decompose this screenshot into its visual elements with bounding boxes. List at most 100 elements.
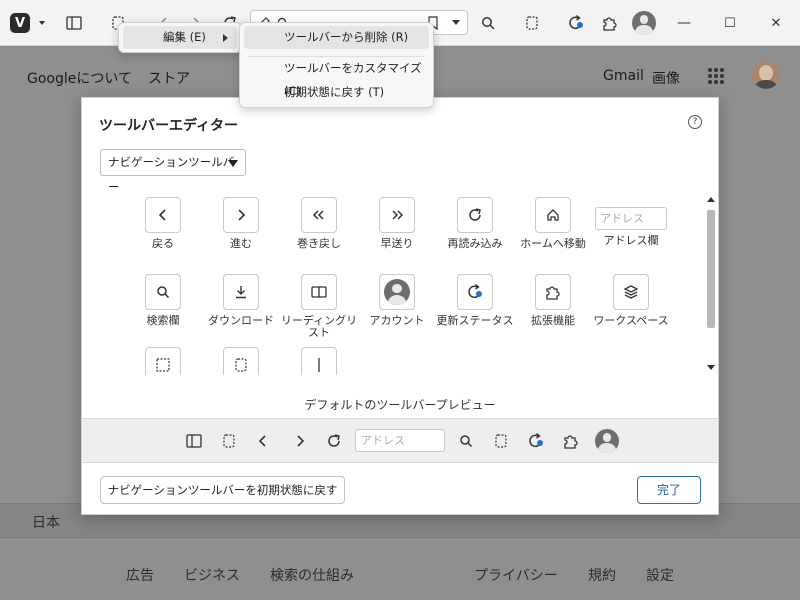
- footer-ads-link[interactable]: 広告: [126, 565, 154, 585]
- minimize-button[interactable]: —: [672, 11, 696, 35]
- item-back[interactable]: 戻る: [124, 197, 202, 250]
- workspaces-icon: [613, 274, 649, 310]
- forward-icon: [289, 430, 311, 452]
- account-icon: [379, 274, 415, 310]
- item-label: 再読み込み: [447, 237, 503, 250]
- menu-item-reset-defaults[interactable]: 初期状態に戻す (T): [244, 81, 429, 104]
- item-forward[interactable]: 進む: [202, 197, 280, 250]
- account-avatar: [595, 429, 619, 453]
- tab-stack-icon: [218, 430, 240, 452]
- preview-title: デフォルトのツールバープレビュー: [304, 398, 496, 412]
- vivaldi-menu-chevron-icon[interactable]: [30, 11, 54, 35]
- extensions-icon: [560, 430, 582, 452]
- item-label: リーディングリスト: [280, 314, 358, 339]
- item-tab-stack[interactable]: [202, 347, 280, 375]
- account-avatar[interactable]: [632, 11, 656, 35]
- flexible-space-icon: [145, 347, 181, 375]
- help-icon[interactable]: ?: [688, 115, 702, 129]
- menu-item-label: ツールバーから削除 (R): [284, 30, 409, 44]
- scroll-thumb[interactable]: [707, 210, 715, 328]
- extensions-icon[interactable]: [598, 11, 622, 35]
- address-field-preview: アドレス: [355, 429, 445, 452]
- menu-item-label: 編集 (E): [163, 30, 206, 44]
- reset-toolbar-button[interactable]: ナビゲーションツールバーを初期状態に戻す: [100, 476, 345, 504]
- update-status-icon: [525, 430, 547, 452]
- dialog-title: ツールバーエディター: [99, 118, 239, 134]
- menu-item-remove-from-toolbar[interactable]: ツールバーから削除 (R): [244, 26, 429, 49]
- back-icon: [252, 430, 274, 452]
- context-menu: 編集 (E): [118, 22, 242, 53]
- menu-item-customize-toolbar[interactable]: ツールバーをカスタマイズ (C): [244, 57, 429, 98]
- back-icon: [145, 197, 181, 233]
- item-update-status[interactable]: 更新ステータス: [436, 274, 514, 327]
- reload-icon: [457, 197, 493, 233]
- item-label: 進む: [230, 237, 252, 250]
- reading-list-icon: [301, 274, 337, 310]
- update-status-icon[interactable]: [564, 11, 588, 35]
- item-workspaces[interactable]: ワークスペース: [592, 274, 670, 327]
- scroll-down-icon[interactable]: [707, 365, 715, 370]
- item-label: ワークスペース: [593, 314, 669, 327]
- search-icon[interactable]: [476, 11, 500, 35]
- item-extensions[interactable]: 拡張機能: [514, 274, 592, 327]
- tab-stack-icon-2: [490, 430, 512, 452]
- maximize-button[interactable]: ☐: [718, 11, 742, 35]
- toolbar-preview: アドレス: [82, 418, 718, 463]
- toolbar-items-grid: 戻る 進む 巻き戻し 早送り 再読み込み ホームへ移動 アドレス アドレス欄 検…: [124, 197, 704, 375]
- divider-icon: [301, 347, 337, 375]
- edit-submenu: ツールバーから削除 (R) ツールバーをカスタマイズ (C) 初期状態に戻す (…: [239, 22, 434, 108]
- gmail-link[interactable]: Gmail: [603, 68, 644, 84]
- panel-toggle-icon: [183, 430, 205, 452]
- item-label: アドレス欄: [603, 234, 659, 247]
- chevron-down-icon: [228, 160, 238, 167]
- items-scrollbar[interactable]: [704, 194, 716, 376]
- item-address-field[interactable]: アドレス アドレス欄: [592, 197, 670, 247]
- footer-terms-link[interactable]: 規約: [588, 565, 616, 585]
- item-label: ホームへ移動: [520, 237, 586, 250]
- search-icon: [455, 430, 477, 452]
- images-link[interactable]: 画像: [652, 68, 680, 88]
- panel-toggle-icon[interactable]: [62, 11, 86, 35]
- tab-stack-icon-2[interactable]: [520, 11, 544, 35]
- search-icon: [145, 274, 181, 310]
- scroll-up-icon[interactable]: [707, 197, 715, 202]
- forward-icon: [223, 197, 259, 233]
- item-label: 拡張機能: [531, 314, 575, 327]
- item-fast-forward[interactable]: 早送り: [358, 197, 436, 250]
- menu-item-edit[interactable]: 編集 (E): [123, 26, 237, 49]
- item-label: 巻き戻し: [297, 237, 341, 250]
- store-link[interactable]: ストア: [148, 68, 190, 88]
- item-account[interactable]: アカウント: [358, 274, 436, 327]
- item-label: アカウント: [369, 314, 425, 327]
- item-label: 早送り: [380, 237, 414, 250]
- google-account-avatar[interactable]: [752, 61, 780, 89]
- footer-privacy-link[interactable]: プライバシー: [474, 565, 558, 585]
- home-icon: [535, 197, 571, 233]
- item-divider[interactable]: [280, 347, 358, 375]
- tab-stack-icon: [223, 347, 259, 375]
- menu-item-label: 初期状態に戻す (T): [284, 85, 385, 99]
- item-reload[interactable]: 再読み込み: [436, 197, 514, 250]
- item-search[interactable]: 検索欄: [124, 274, 202, 327]
- item-label: 検索欄: [146, 314, 180, 327]
- country-label: 日本: [32, 515, 60, 531]
- toolbar-select-value: ナビゲーションツールバー: [108, 155, 235, 194]
- google-apps-icon[interactable]: [708, 68, 724, 84]
- item-download[interactable]: ダウンロード: [202, 274, 280, 327]
- toolbar-select[interactable]: ナビゲーションツールバー: [100, 149, 246, 194]
- done-button[interactable]: 完了: [637, 476, 701, 504]
- item-home[interactable]: ホームへ移動: [514, 197, 592, 250]
- footer-business-link[interactable]: ビジネス: [184, 565, 240, 585]
- item-reading-list[interactable]: リーディングリスト: [280, 274, 358, 339]
- toolbar-editor-dialog: ツールバーエディター ? ナビゲーションツールバー 戻る 進む 巻き戻し 早送り…: [81, 97, 719, 515]
- footer-how-search-works-link[interactable]: 検索の仕組み: [270, 565, 354, 585]
- reload-icon: [323, 430, 345, 452]
- item-label: ダウンロード: [208, 314, 274, 327]
- vivaldi-menu-icon[interactable]: V: [10, 13, 30, 33]
- about-google-link[interactable]: Googleについて: [27, 68, 132, 88]
- submenu-arrow-icon: [223, 34, 228, 42]
- footer-settings-link[interactable]: 設定: [646, 565, 674, 585]
- close-button[interactable]: ✕: [764, 11, 788, 35]
- item-rewind[interactable]: 巻き戻し: [280, 197, 358, 250]
- item-flexible-space[interactable]: [124, 347, 202, 375]
